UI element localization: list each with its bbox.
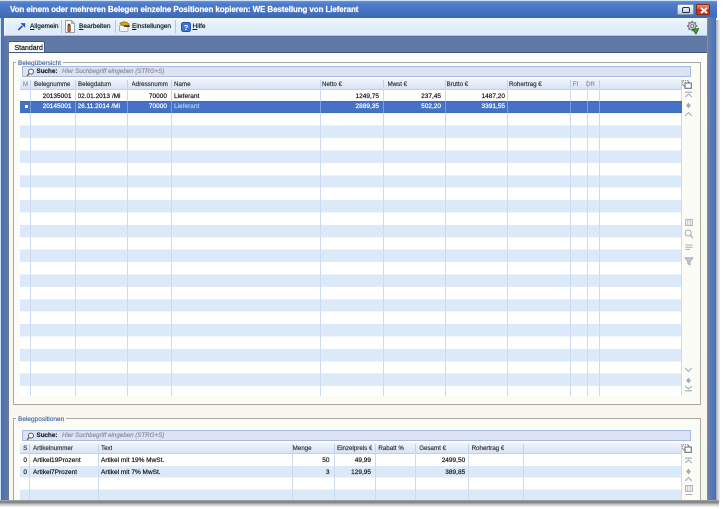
svg-text:?: ? [183,22,188,31]
